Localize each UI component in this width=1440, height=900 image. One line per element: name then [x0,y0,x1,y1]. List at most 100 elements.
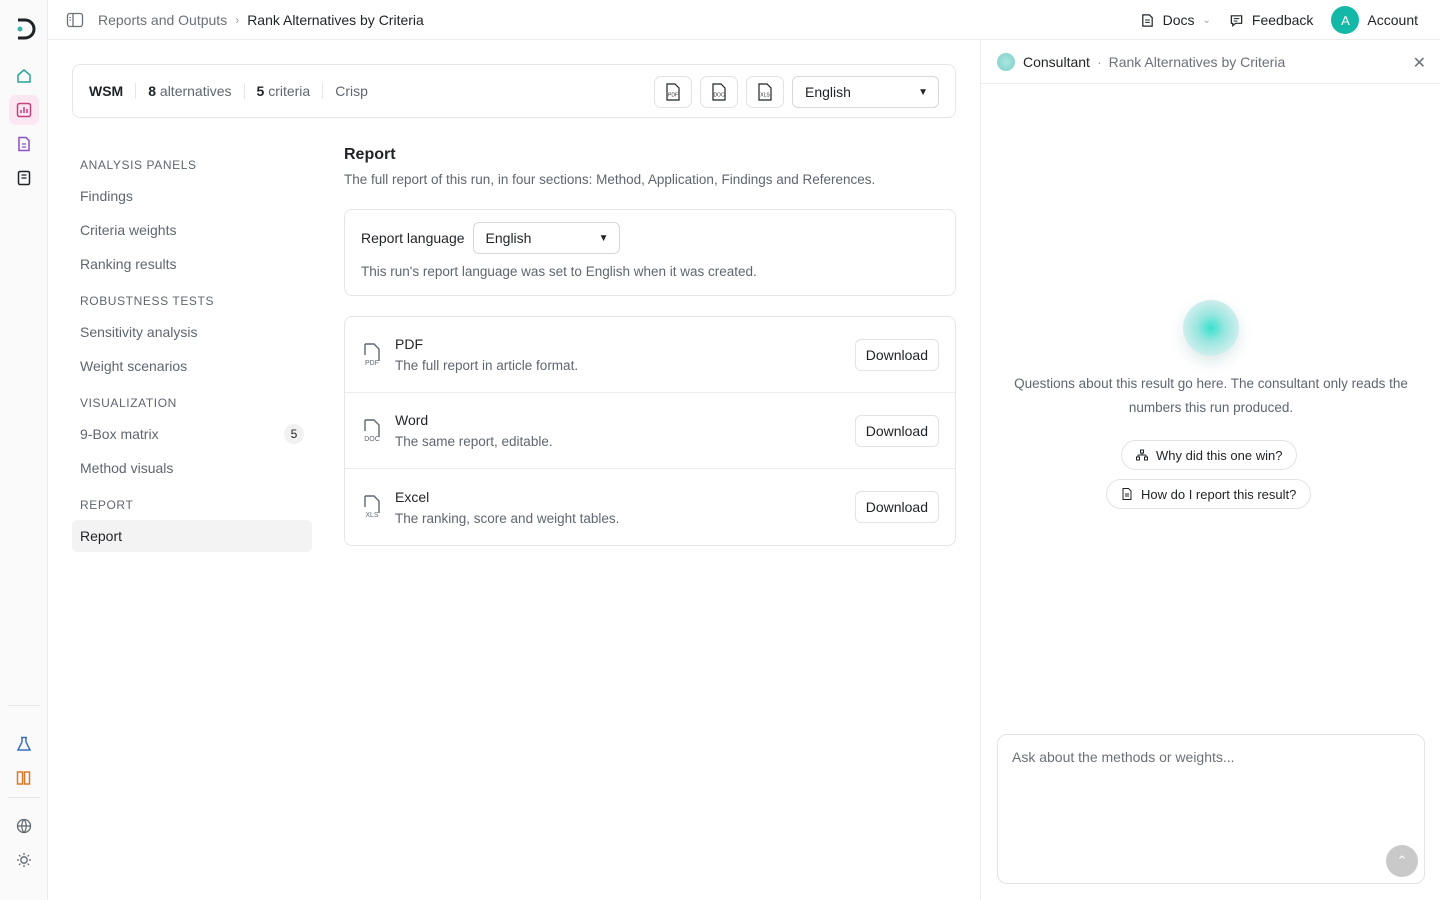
feedback-label: Feedback [1251,12,1314,28]
consultant-title: Consultant [1023,53,1090,70]
docs-button[interactable]: Docs ⌄ [1140,12,1211,28]
suggestion-label: Why did this one win? [1156,447,1283,463]
page-title: Report [344,146,396,163]
download-list: PDF PDF The full report in article forma… [344,316,956,546]
file-name: PDF [395,336,423,352]
consultant-subtitle: Rank Alternatives by Criteria [1108,53,1286,70]
pdf-file-icon: PDF [364,342,380,367]
chat-bubble-icon [1230,14,1243,27]
suggestion-chip-why-win[interactable]: Why did this one win? [1121,440,1298,470]
mode-label: Crisp [322,83,380,99]
nav-heading: REPORT [80,498,134,512]
nav-heading: ROBUSTNESS TESTS [80,294,215,308]
close-icon[interactable]: ✕ [1413,53,1426,73]
send-arrow-icon[interactable]: ⌃ [1386,845,1418,877]
file-description: The full report in article format. [395,358,579,373]
report-language-value: English [485,230,532,246]
xls-file-icon: XLS [758,83,772,101]
doc-file-icon: DOC [364,418,380,443]
nav-heading: VISUALIZATION [80,396,177,410]
hierarchy-icon [1136,449,1148,461]
document-icon[interactable] [9,129,39,159]
download-word-button[interactable]: Download [854,415,939,447]
consultant-input[interactable] [998,735,1424,883]
chart-icon[interactable] [9,95,39,125]
account-label: Account [1367,12,1418,28]
breadcrumb-chevron-icon: › [235,13,240,27]
nav-item-9-box-matrix[interactable]: 9-Box matrix 5 [72,418,312,450]
count-badge: 5 [284,424,304,444]
docs-label: Docs [1162,12,1195,28]
download-excel-button[interactable]: Download [854,491,939,523]
file-name: Word [395,412,429,428]
sun-icon[interactable] [9,845,39,875]
feedback-button[interactable]: Feedback [1229,12,1313,28]
nav-item-criteria-weights[interactable]: Criteria weights [72,214,312,246]
consultant-header: Consultant · Rank Alternatives by Criter… [981,40,1440,84]
chevron-down-icon: ▼ [918,86,928,98]
nav-item-weight-scenarios[interactable]: Weight scenarios [72,350,312,382]
chevron-down-icon: ⌄ [1202,14,1211,26]
criteria-count: 5 criteria [243,83,323,99]
book-icon[interactable] [9,163,39,193]
report-language-card: Report language English ▼ This run's rep… [344,209,956,296]
download-row-pdf: PDF PDF The full report in article forma… [345,317,955,393]
breadcrumb-current: Rank Alternatives by Criteria [247,12,424,28]
nav-item-findings[interactable]: Findings [72,180,312,212]
nav-item-ranking-results[interactable]: Ranking results [72,248,312,280]
language-select-value: English [805,84,851,100]
page-subtitle: The full report of this run, in four sec… [344,172,876,187]
consultant-empty-message: Questions about this result go here. The… [1014,376,1408,415]
account-button[interactable]: A Account [1331,6,1418,34]
file-description: The same report, editable. [395,434,553,449]
app-rail [0,0,48,900]
download-row-word: DOC Word The same report, editable. Down… [345,393,955,469]
export-doc-button[interactable]: DOC [700,76,738,108]
separator-dot: · [1096,53,1102,70]
export-xls-button[interactable]: XLS [746,76,784,108]
suggestion-chip-how-report[interactable]: How do I report this result? [1106,479,1312,509]
docs-icon [1141,13,1153,27]
breadcrumb: Reports and Outputs › Rank Alternatives … [98,12,424,28]
report-language-note: This run's report language was set to En… [361,264,757,279]
file-name: Excel [395,488,430,505]
topbar: Reports and Outputs › Rank Alternatives … [48,0,1440,40]
svg-text:PDF: PDF [365,360,379,367]
export-pdf-button[interactable]: PDF [654,76,692,108]
pdf-file-icon: PDF [666,83,680,101]
file-description: The ranking, score and weight tables. [395,510,620,526]
consultant-orb [1183,300,1239,356]
language-select[interactable]: English ▼ [792,76,939,108]
suggestion-label: How do I report this result? [1141,486,1297,502]
alternatives-count: 8 alternatives [135,83,243,99]
report-language-select[interactable]: English ▼ [472,222,620,254]
sidebar-toggle-icon[interactable] [66,11,84,29]
nav-item-sensitivity-analysis[interactable]: Sensitivity analysis [72,316,312,348]
breadcrumb-parent[interactable]: Reports and Outputs [98,12,227,28]
globe-icon[interactable] [9,811,39,841]
method-label: WSM [89,83,124,99]
download-pdf-button[interactable]: Download [854,339,939,371]
run-summary-bar: WSM 8 alternatives 5 criteria Crisp PDF … [72,64,956,118]
document-icon [1122,488,1132,500]
consultant-composer: ⌃ [997,734,1425,884]
download-row-excel: XLS Excel The ranking, score and weight … [345,469,955,545]
svg-text:DOC: DOC [364,436,380,443]
xls-file-icon: XLS [364,495,380,519]
flask-icon[interactable] [9,729,39,759]
app-logo[interactable] [12,16,38,42]
chevron-down-icon: ▼ [598,232,609,244]
nav-item-method-visuals[interactable]: Method visuals [72,452,312,484]
avatar: A [1331,6,1360,34]
svg-text:XLS: XLS [365,512,379,519]
nav-item-report[interactable]: Report [72,520,312,552]
home-icon[interactable] [9,61,39,91]
library-icon[interactable] [9,763,39,793]
svg-text:DOC: DOC [713,93,725,99]
nav-heading: ANALYSIS PANELS [80,158,197,172]
svg-text:XLS: XLS [760,93,770,99]
analysis-nav: ANALYSIS PANELS Findings Criteria weight… [72,150,312,554]
report-language-label: Report language [361,230,465,246]
doc-file-icon: DOC [712,83,726,101]
svg-text:PDF: PDF [668,93,678,99]
